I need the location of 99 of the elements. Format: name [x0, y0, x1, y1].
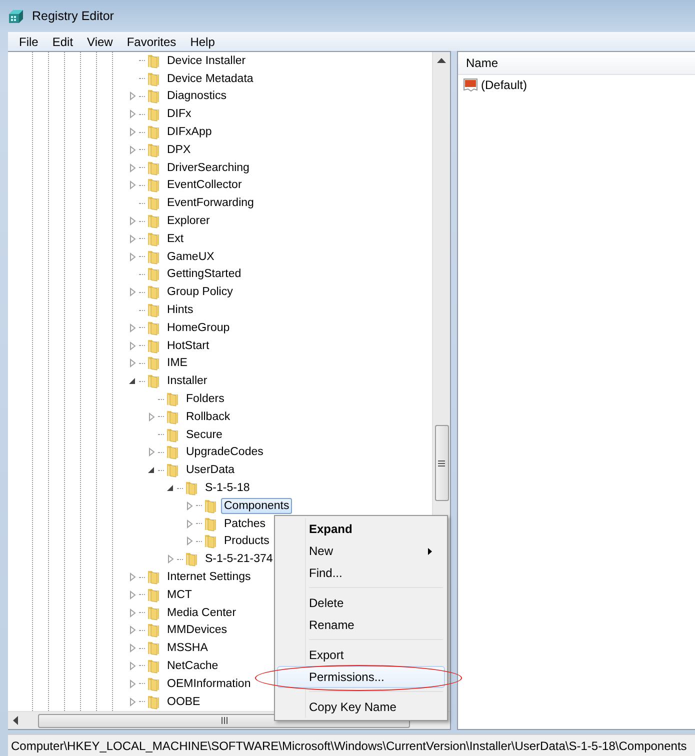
tree-item[interactable]: Device Metadata	[164, 70, 256, 87]
tree-item[interactable]: IME	[164, 355, 190, 372]
value-name[interactable]: (Default)	[481, 78, 528, 92]
grip-icon	[438, 460, 445, 466]
tree-item[interactable]: OEMInformation	[164, 676, 254, 692]
grip-icon	[220, 717, 228, 724]
expander-icon[interactable]	[166, 483, 176, 494]
context-menu-item[interactable]: Copy Key Name	[277, 696, 445, 718]
context-menu-item[interactable]: Rename	[277, 614, 445, 636]
window-title: Registry Editor	[32, 9, 114, 23]
tree-item[interactable]: Ext	[164, 230, 187, 247]
folder-icon	[146, 88, 162, 104]
tree-item[interactable]: DPX	[164, 142, 194, 158]
string-value-icon	[463, 78, 479, 92]
tree-item[interactable]: OOBE	[164, 694, 204, 710]
app-icon	[8, 8, 26, 24]
tree-item[interactable]: Group Policy	[164, 284, 236, 300]
tree-item[interactable]: Hints	[164, 302, 196, 318]
folder-icon	[146, 338, 162, 354]
menu-item[interactable]: Help	[183, 34, 222, 48]
menu-item[interactable]: Edit	[45, 34, 80, 48]
tree-item[interactable]: HomeGroup	[164, 320, 233, 336]
tree-item[interactable]: DIFxApp	[164, 124, 215, 140]
expander-icon[interactable]	[147, 465, 157, 476]
tree-item[interactable]: GettingStarted	[164, 266, 244, 282]
folder-icon	[146, 177, 162, 194]
folder-icon	[203, 516, 219, 532]
tree-item[interactable]: Media Center	[164, 604, 240, 621]
folder-icon	[165, 462, 181, 478]
folder-icon	[146, 230, 162, 247]
folder-icon	[146, 248, 162, 265]
tree-item[interactable]: MSSHA	[164, 640, 211, 656]
context-menu-item[interactable]: Expand	[277, 518, 445, 540]
context-menu-item[interactable]: Permissions...	[277, 666, 445, 688]
tree-item[interactable]: UserData	[183, 462, 238, 478]
tree-item[interactable]: DriverSearching	[164, 160, 252, 176]
tree-item[interactable]: MCT	[164, 586, 195, 603]
folder-icon	[146, 320, 162, 336]
folder-icon	[146, 373, 162, 390]
folder-icon	[146, 266, 162, 282]
tree-item[interactable]: GameUX	[164, 248, 218, 265]
tree-item[interactable]: Components	[221, 498, 292, 514]
folder-icon	[146, 658, 162, 674]
tree-item[interactable]: Products	[221, 533, 272, 550]
tree-item[interactable]: DIFx	[164, 106, 194, 122]
menu-item[interactable]: Favorites	[120, 34, 184, 48]
folder-icon	[146, 604, 162, 621]
folder-icon	[146, 694, 162, 710]
menu-item[interactable]: View	[80, 34, 120, 48]
folder-icon	[146, 213, 162, 230]
status-bar: Computer\HKEY_LOCAL_MACHINE\SOFTWARE\Microsoft\Windows\CurrentVersion\Installer\UserData\S-1-5-18\Components	[8, 734, 695, 756]
folder-icon	[146, 302, 162, 318]
tree-item[interactable]: Rollback	[183, 408, 234, 425]
folder-icon	[203, 533, 219, 550]
tree-item[interactable]: Diagnostics	[164, 88, 230, 104]
folder-icon	[165, 426, 181, 443]
folder-icon	[146, 622, 162, 638]
folder-icon	[146, 142, 162, 158]
folder-icon	[146, 284, 162, 300]
tree-item[interactable]: EventForwarding	[164, 195, 257, 212]
tree-item[interactable]: S-1-5-18	[202, 480, 253, 496]
context-menu-item[interactable]: Find...	[277, 562, 445, 584]
folder-icon	[146, 52, 162, 69]
folder-icon	[146, 124, 162, 140]
folder-icon	[146, 70, 162, 87]
folder-icon	[146, 355, 162, 372]
expander-icon[interactable]	[128, 376, 138, 386]
tree-item[interactable]: MMDevices	[164, 622, 230, 638]
context-menu-item[interactable]: Delete	[277, 592, 445, 614]
scroll-up-icon[interactable]	[437, 58, 446, 63]
tree-item[interactable]: HotStart	[164, 338, 212, 354]
folder-icon	[184, 551, 200, 568]
folder-icon	[146, 195, 162, 212]
folder-icon	[203, 498, 219, 514]
folder-icon	[146, 106, 162, 122]
tree-item[interactable]: UpgradeCodes	[183, 444, 266, 460]
menu-item[interactable]: File	[12, 34, 46, 48]
tree-item[interactable]: S-1-5-21-374	[202, 551, 276, 568]
folder-icon	[146, 160, 162, 176]
context-menu-item[interactable]: New	[277, 540, 445, 562]
folder-icon	[146, 676, 162, 692]
folder-icon	[184, 480, 200, 496]
folder-icon	[146, 569, 162, 585]
folder-icon	[165, 408, 181, 425]
folder-icon	[165, 391, 181, 408]
tree-item[interactable]: Device Installer	[164, 52, 249, 69]
tree-item[interactable]: Folders	[183, 391, 228, 408]
folder-icon	[146, 640, 162, 656]
tree-item[interactable]: EventCollector	[164, 177, 245, 194]
tree-item[interactable]: Installer	[164, 373, 210, 390]
context-menu-item[interactable]: Export	[277, 644, 445, 666]
tree-item[interactable]: Internet Settings	[164, 569, 254, 585]
scroll-left-icon[interactable]	[13, 716, 18, 725]
tree-item[interactable]: Secure	[183, 426, 226, 443]
folder-icon	[146, 586, 162, 603]
tree-item[interactable]: Explorer	[164, 213, 213, 230]
tree-item[interactable]: Patches	[221, 516, 269, 532]
tree-item[interactable]: NetCache	[164, 658, 222, 674]
folder-icon	[165, 444, 181, 460]
